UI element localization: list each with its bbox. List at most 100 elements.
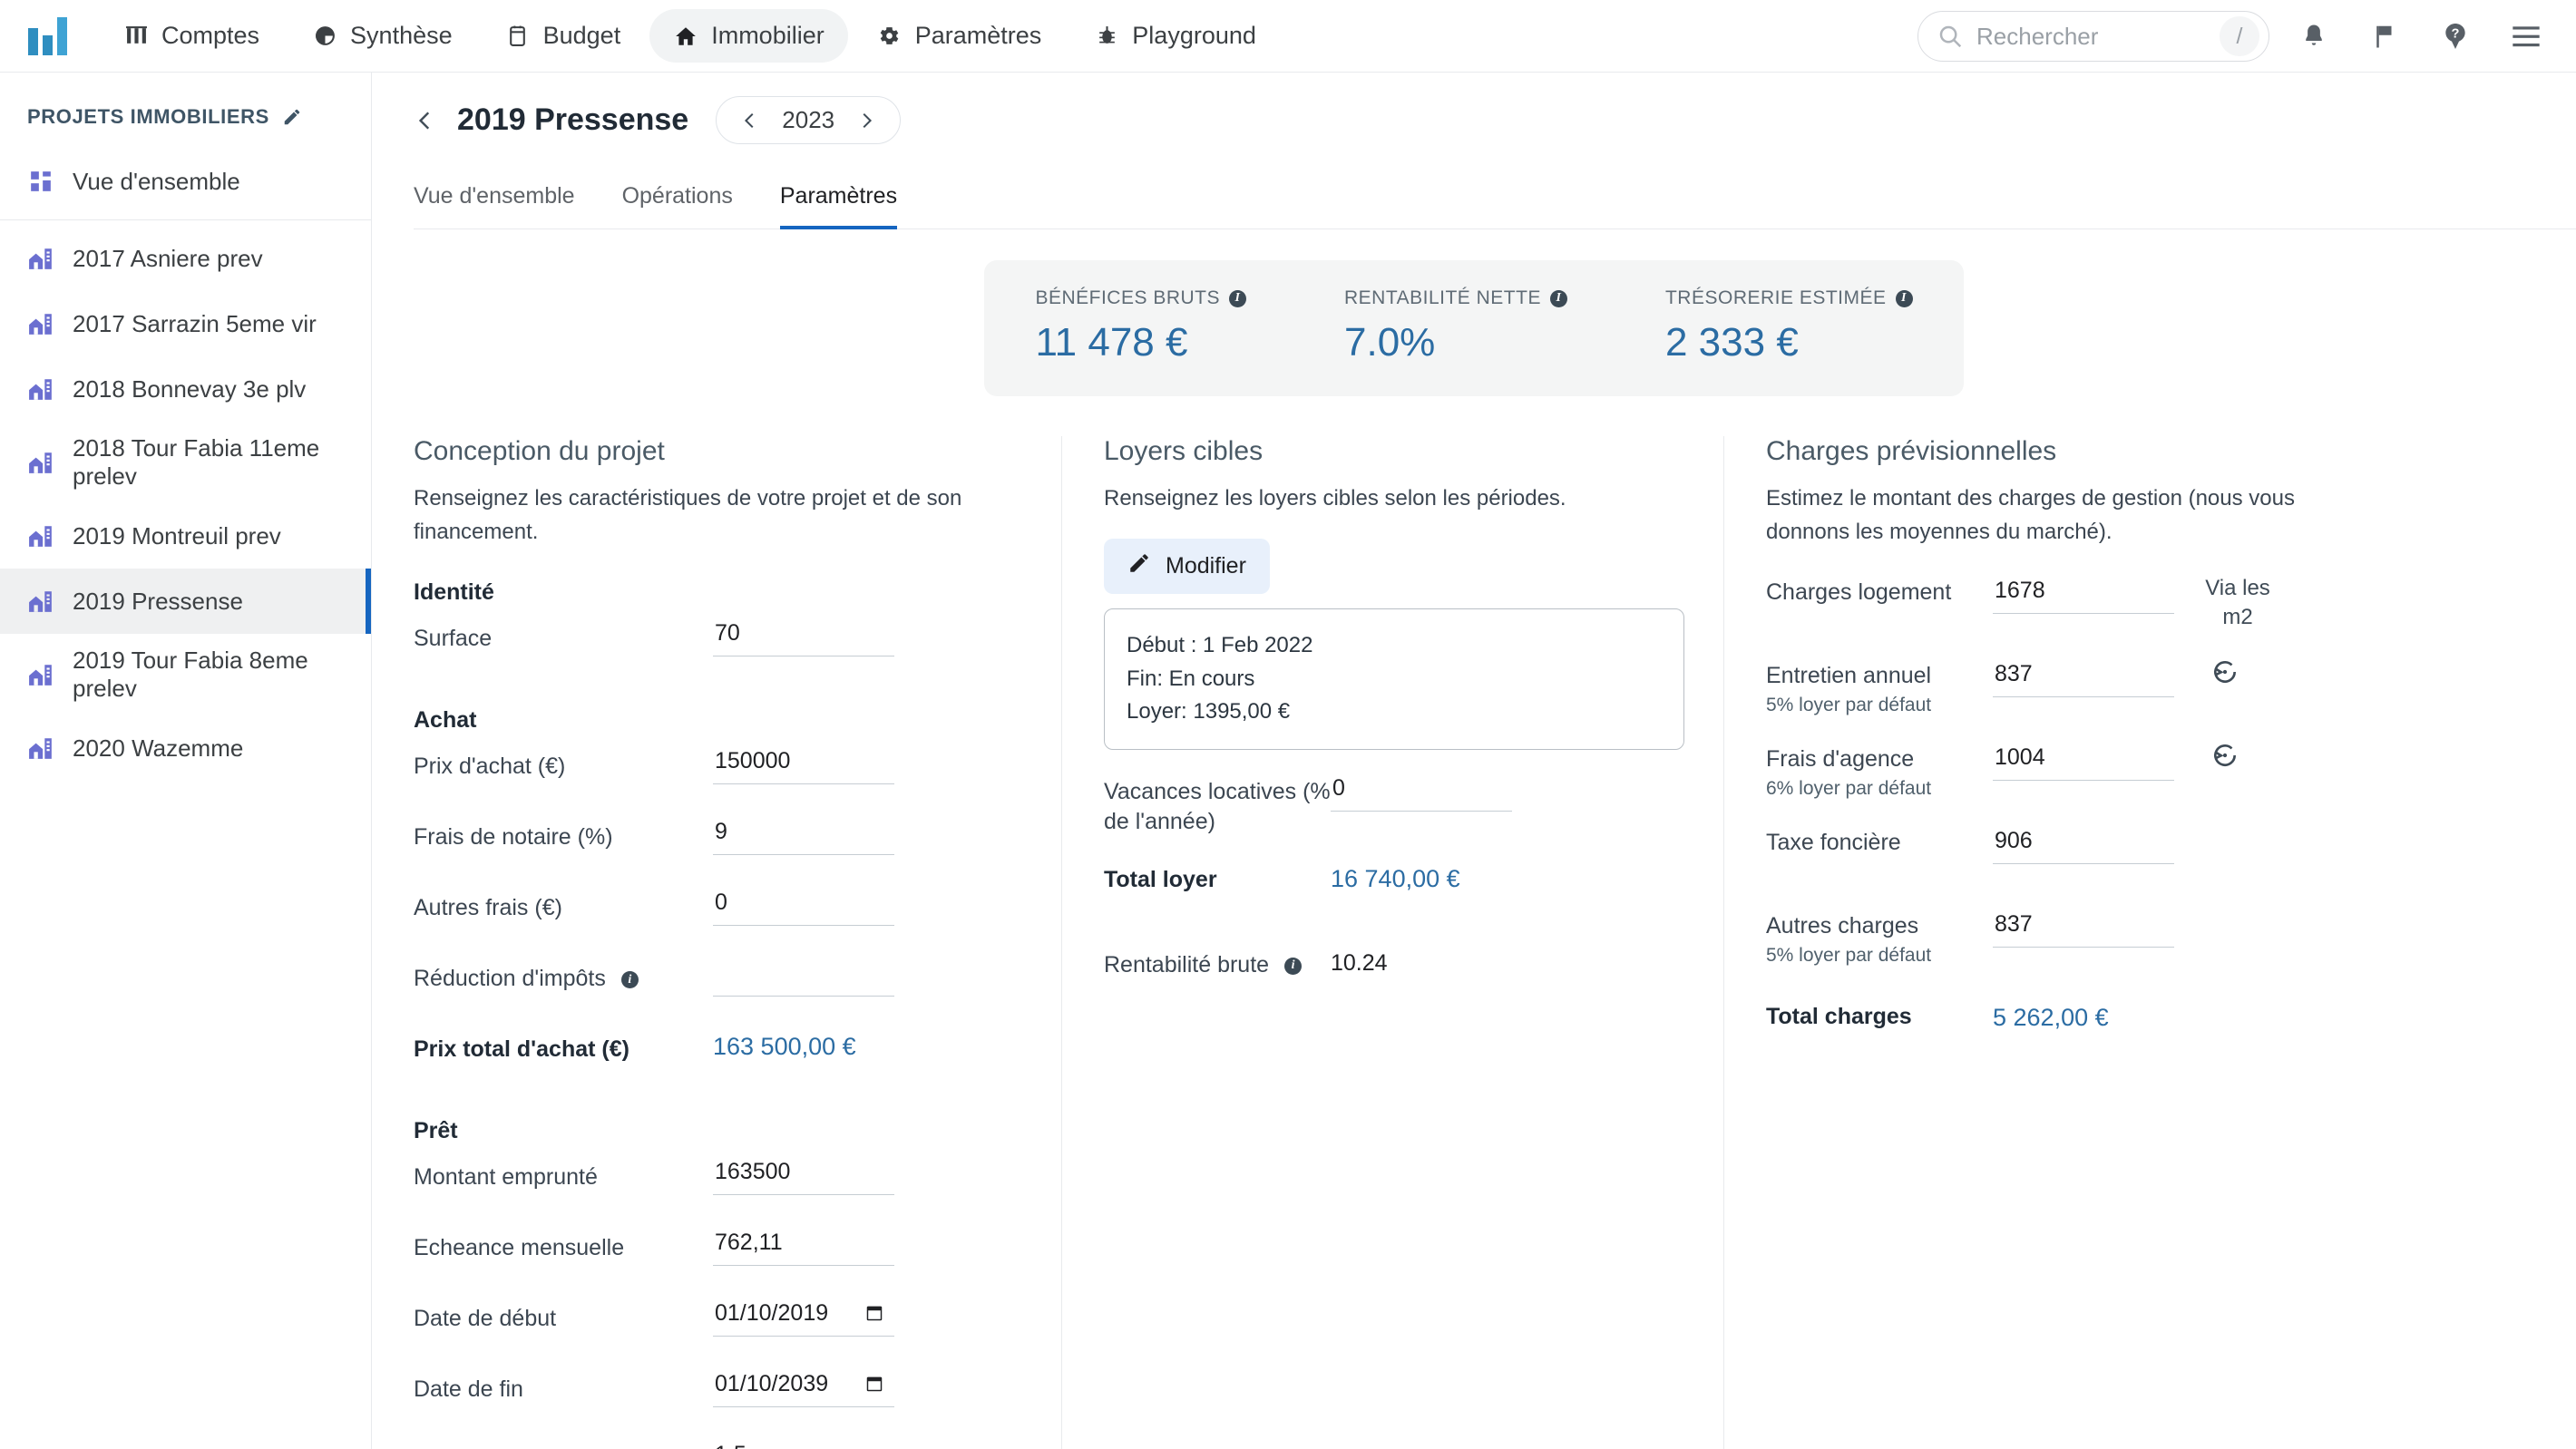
- building-icon: [27, 449, 54, 476]
- reduction-impots-input[interactable]: [713, 957, 894, 997]
- modifier-button[interactable]: Modifier: [1104, 539, 1270, 595]
- autres-charges-input[interactable]: [1993, 908, 2174, 948]
- date-debut-wrapper[interactable]: [713, 1297, 894, 1337]
- back-chevron-icon[interactable]: [414, 109, 437, 132]
- date-debut-input[interactable]: [713, 1297, 854, 1329]
- search-shortcut-badge[interactable]: /: [2220, 16, 2259, 56]
- field-label: Echeance mensuelle: [414, 1235, 625, 1261]
- field-value: [713, 815, 894, 856]
- nav-item-comptes[interactable]: Comptes: [100, 9, 283, 63]
- frais-agence-input[interactable]: [1993, 741, 2174, 782]
- help-icon[interactable]: ?: [2429, 10, 2482, 63]
- field-label: Montant emprunté: [414, 1164, 598, 1191]
- bell-icon[interactable]: [2288, 10, 2340, 63]
- sidebar-item-2019-tour-fabia-8eme-prelev[interactable]: 2019 Tour Fabia 8eme prelev: [0, 634, 371, 715]
- charges-logement-input[interactable]: [1993, 574, 2174, 615]
- entretien-reset-wrapper: [2174, 657, 2239, 694]
- sidebar-item-2017-asniere-prev[interactable]: 2017 Asniere prev: [0, 226, 371, 291]
- field-label: Rentabilité brute i: [1104, 945, 1331, 981]
- nav-item-synthese[interactable]: Synthèse: [288, 9, 476, 63]
- info-icon[interactable]: i: [1549, 289, 1567, 307]
- surface-input[interactable]: [713, 617, 894, 657]
- vacances-locatives-input[interactable]: [1331, 771, 1512, 812]
- info-icon[interactable]: i: [620, 971, 639, 989]
- kpi-section: BÉNÉFICES BRUTS i 11 478 € RENTABILITÉ N…: [372, 229, 2576, 396]
- building-icon: [27, 375, 54, 403]
- prev-year-icon[interactable]: [740, 111, 760, 131]
- flag-icon[interactable]: [2358, 10, 2411, 63]
- entretien-annuel-input[interactable]: [1993, 657, 2174, 698]
- field-label: Date de début: [414, 1306, 557, 1332]
- info-icon[interactable]: i: [1284, 957, 1303, 975]
- kpi-rentabilite-nette: RENTABILITÉ NETTE i 7.0%: [1295, 287, 1616, 365]
- kpi-label: BÉNÉFICES BRUTS i: [1035, 287, 1246, 309]
- prix-achat-input[interactable]: [713, 744, 894, 785]
- search-input[interactable]: [1976, 22, 2194, 51]
- sidebar-item-2018-tour-fabia-11eme-prelev[interactable]: 2018 Tour Fabia 11eme prelev: [0, 422, 371, 503]
- nav-item-playground[interactable]: Playground: [1070, 9, 1280, 63]
- charge-value: [1993, 741, 2174, 782]
- sidebar-item-2019-pressense[interactable]: 2019 Pressense: [0, 569, 371, 634]
- autres-frais-input[interactable]: [713, 886, 894, 927]
- nav-item-immobilier[interactable]: Immobilier: [649, 9, 848, 63]
- field-taux-interet: Taux d'intérêt: [414, 1438, 1007, 1449]
- calendar-icon[interactable]: [864, 1374, 884, 1394]
- field-label: Réduction d'impôts i: [414, 957, 713, 994]
- info-icon[interactable]: i: [1895, 289, 1913, 307]
- search-box[interactable]: /: [1917, 11, 2269, 62]
- grid-icon: [27, 168, 54, 195]
- montant-emprunte-input[interactable]: [713, 1155, 894, 1196]
- charges-title: Charges prévisionnelles: [1766, 436, 2057, 466]
- reset-icon[interactable]: [2210, 661, 2239, 692]
- date-fin-input[interactable]: [713, 1367, 854, 1400]
- sidebar-item-2017-sarrazin-5eme-vir[interactable]: 2017 Sarrazin 5eme vir: [0, 291, 371, 356]
- frais-notaire-input[interactable]: [713, 815, 894, 856]
- tab-parametres[interactable]: Paramètres: [779, 172, 898, 229]
- edit-pencil-icon[interactable]: [282, 107, 302, 127]
- nav-item-budget[interactable]: Budget: [482, 9, 645, 63]
- charge-label-sub: 5% loyer par défaut: [1766, 694, 1932, 715]
- sidebar-item-2018-bonnevay-3e-plv[interactable]: 2018 Bonnevay 3e plv: [0, 356, 371, 422]
- conception-subtitle: Renseignez les caractéristiques de votre…: [414, 486, 962, 545]
- sidebar-header: PROJETS IMMOBILIERS: [0, 94, 371, 149]
- sidebar-item-label: 2018 Bonnevay 3e plv: [73, 374, 307, 403]
- rent-period-card[interactable]: Début : 1 Feb 2022 Fin: En cours Loyer: …: [1104, 608, 1684, 750]
- field-prix-achat: Prix d'achat (€): [414, 744, 1007, 804]
- page-body: PROJETS IMMOBILIERS Vue d'ensemble 2017 …: [0, 73, 2576, 1449]
- year-selector[interactable]: 2023: [716, 96, 902, 144]
- app-logo[interactable]: [0, 15, 100, 57]
- reset-icon[interactable]: [2210, 744, 2239, 775]
- taxe-fonciere-input[interactable]: [1993, 824, 2174, 865]
- nav-item-parametres[interactable]: Paramètres: [854, 9, 1066, 63]
- field-value: [713, 1367, 894, 1408]
- next-year-icon[interactable]: [856, 111, 876, 131]
- sidebar-item-2019-montreuil-prev[interactable]: 2019 Montreuil prev: [0, 503, 371, 569]
- info-icon[interactable]: i: [1229, 289, 1246, 307]
- charges-rows: Charges logement Via les m2 Entretien an…: [1766, 574, 2522, 1062]
- calendar-icon[interactable]: [864, 1303, 884, 1323]
- field-autres-frais: Autres frais (€): [414, 886, 1007, 946]
- loyers-subtitle: Renseignez les loyers cibles selon les p…: [1104, 486, 1566, 511]
- echeance-mensuelle-input[interactable]: [713, 1226, 894, 1267]
- menu-icon[interactable]: [2500, 10, 2552, 63]
- sidebar-item-label: 2019 Montreuil prev: [73, 521, 281, 549]
- home-icon: [673, 24, 698, 49]
- top-navigation-bar: Comptes Synthèse Budget Immobilier Param…: [0, 0, 2576, 73]
- date-fin-wrapper[interactable]: [713, 1367, 894, 1408]
- tab-vue-densemble[interactable]: Vue d'ensemble: [414, 172, 575, 229]
- charge-label: Total charges: [1766, 1004, 1912, 1030]
- tab-operations[interactable]: Opérations: [622, 172, 733, 229]
- field-value: [713, 617, 894, 657]
- sidebar-item-label: 2017 Sarrazin 5eme vir: [73, 309, 317, 337]
- charge-label: Frais d'agence 6% loyer par défaut: [1766, 741, 1993, 801]
- charge-label-text: Taxe foncière: [1766, 830, 1901, 856]
- sidebar-item-vue-densemble[interactable]: Vue d'ensemble: [0, 149, 371, 214]
- taux-interet-input[interactable]: [713, 1438, 894, 1449]
- charge-value: [1993, 908, 2174, 948]
- nav-label-comptes: Comptes: [161, 22, 260, 49]
- sidebar-divider: [0, 219, 371, 220]
- sidebar-item-2020-wazemme[interactable]: 2020 Wazemme: [0, 715, 371, 781]
- field-prix-total: Prix total d'achat (€) 163 500,00 €: [414, 1027, 1007, 1087]
- field-reduction-impots: Réduction d'impôts i: [414, 957, 1007, 1016]
- charge-row-taxe-fonciere: Taxe foncière: [1766, 824, 2522, 888]
